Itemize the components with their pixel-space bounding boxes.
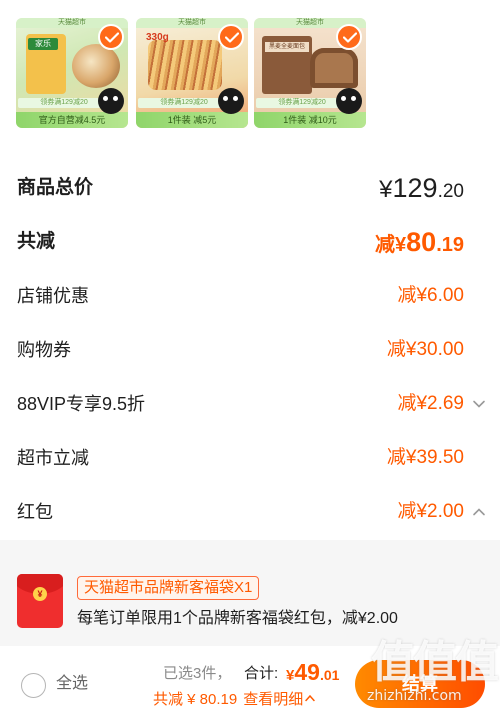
product-card-1[interactable]: 家乐 天猫超市 领券满129减20 官方自营减4.5元 bbox=[16, 18, 128, 128]
view-details-link[interactable]: 查看明细 bbox=[243, 691, 303, 708]
checked-icon[interactable] bbox=[336, 24, 362, 50]
selected-products-strip: 家乐 天猫超市 领券满129减20 官方自营减4.5元 330g 天猫超市 领券… bbox=[0, 0, 500, 138]
discount-label: 88VIP专享9.5折 bbox=[17, 394, 146, 414]
checked-icon[interactable] bbox=[218, 24, 244, 50]
sum-integer: 49 bbox=[294, 659, 320, 685]
currency-symbol: ¥ bbox=[379, 176, 393, 203]
discount-row-supermarket: 超市立减 减¥39.50 bbox=[0, 432, 500, 484]
discount-label: 官方自营减4.5元 bbox=[16, 112, 128, 128]
checkout-button[interactable]: 结算 bbox=[355, 660, 485, 708]
chevron-up-icon[interactable] bbox=[472, 505, 486, 524]
product-package: 家乐 bbox=[26, 34, 66, 94]
select-all-radio[interactable] bbox=[21, 673, 46, 698]
dish-image bbox=[72, 44, 120, 88]
sum-label: 合计: bbox=[244, 665, 279, 682]
checkout-bar: 全选 已选3件， 合计: ¥49.01 共减 ¥ 80.19 查看明细 结算 bbox=[0, 646, 500, 718]
weight-badge: 330g bbox=[146, 32, 169, 43]
discount-row-store: 店铺优惠 减¥6.00 bbox=[0, 270, 500, 322]
chevron-down-icon[interactable] bbox=[472, 397, 486, 416]
discount-label: 店铺优惠 bbox=[17, 286, 89, 306]
brand-label: 家乐 bbox=[28, 38, 58, 50]
discount-value: 减¥2.00 bbox=[397, 501, 464, 522]
checked-icon[interactable] bbox=[98, 24, 124, 50]
tmall-cat-icon bbox=[98, 88, 124, 114]
discount-value: 减¥39.50 bbox=[386, 447, 464, 468]
discount-row-red-packet[interactable]: 红包 减¥2.00 bbox=[0, 486, 500, 538]
box-label: 黑麦全麦面包 bbox=[265, 42, 309, 52]
total-saved-label: 共减 bbox=[17, 231, 56, 252]
discount-label: 超市立减 bbox=[17, 448, 89, 468]
red-packet-tag: 天猫超市品牌新客福袋X1 bbox=[77, 576, 260, 600]
saved-prefix: 减¥ bbox=[375, 234, 407, 256]
price-integer: 129 bbox=[392, 173, 438, 203]
sum-value: ¥49.01 bbox=[286, 658, 339, 690]
saved-integer: 80 bbox=[406, 227, 437, 257]
chevron-up-icon[interactable] bbox=[305, 688, 315, 708]
product-card-3[interactable]: 黑麦全麦面包 天猫超市 领券满129减20 1件装 减10元 bbox=[254, 18, 366, 128]
total-price-row: 商品总价 ¥129.20 bbox=[0, 162, 500, 214]
discount-value: 减¥2.69 bbox=[397, 393, 464, 414]
total-price-value: ¥129.20 bbox=[379, 162, 464, 218]
red-packet-description: 每笔订单限用1个品牌新客福袋红包，减¥2.00 bbox=[77, 610, 398, 627]
promo-banner: 领券满129减20 bbox=[256, 98, 348, 108]
discount-label: 1件装 减5元 bbox=[136, 112, 248, 128]
tmall-cat-icon bbox=[218, 88, 244, 114]
discount-row-coupon: 购物券 减¥30.00 bbox=[0, 324, 500, 376]
red-packet-detail: ¥ 天猫超市品牌新客福袋X1 每笔订单限用1个品牌新客福袋红包，减¥2.00 bbox=[0, 540, 500, 646]
product-card-2[interactable]: 330g 天猫超市 领券满129减20 1件装 减5元 bbox=[136, 18, 248, 128]
discount-label: 红包 bbox=[17, 502, 53, 522]
discount-value: 减¥30.00 bbox=[386, 339, 464, 360]
total-saved-value: 减¥80.19 bbox=[375, 216, 464, 272]
promo-banner: 领券满129减20 bbox=[138, 98, 230, 108]
promo-banner: 领券满129减20 bbox=[18, 98, 110, 108]
sum-decimal: .01 bbox=[319, 667, 340, 683]
discount-label: 1件装 减10元 bbox=[254, 112, 366, 128]
discount-value: 减¥6.00 bbox=[397, 285, 464, 306]
coin-icon: ¥ bbox=[33, 587, 47, 601]
saved-summary-text: 共减 ¥ 80.19 bbox=[153, 691, 238, 708]
red-packet-icon: ¥ bbox=[17, 574, 63, 628]
total-saved-row: 共减 减¥80.19 bbox=[0, 216, 500, 268]
noodle-image bbox=[148, 40, 222, 90]
saved-decimal: .19 bbox=[436, 234, 464, 256]
discount-label: 购物券 bbox=[17, 340, 71, 360]
product-box: 黑麦全麦面包 bbox=[262, 36, 312, 94]
price-decimal: .20 bbox=[437, 181, 464, 202]
saved-summary: 共减 ¥ 80.19 查看明细 bbox=[153, 688, 315, 710]
select-all-label[interactable]: 全选 bbox=[56, 672, 88, 696]
selected-count: 已选3件， bbox=[163, 665, 232, 682]
discount-row-vip[interactable]: 88VIP专享9.5折 减¥2.69 bbox=[0, 378, 500, 430]
total-price-label: 商品总价 bbox=[17, 177, 94, 198]
bread-image bbox=[310, 48, 358, 88]
tmall-cat-icon bbox=[336, 88, 362, 114]
